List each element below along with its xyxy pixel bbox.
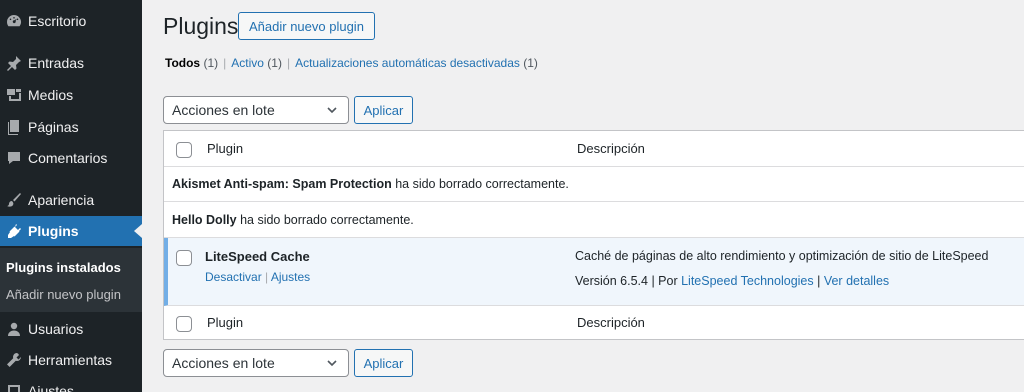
sidebar-item-herramientas[interactable]: Herramientas xyxy=(0,345,142,375)
deleted-notice-row: Hello Dolly ha sido borrado correctament… xyxy=(164,202,1024,238)
sidebar-item-apariencia[interactable]: Apariencia xyxy=(0,185,142,215)
submenu-item-installed[interactable]: Plugins instalados xyxy=(6,260,121,275)
sidebar-item-label: Apariencia xyxy=(28,192,95,208)
chevron-down-icon xyxy=(327,107,337,114)
bulk-actions-value: Acciones en lote xyxy=(172,355,275,371)
plugin-checkbox[interactable] xyxy=(176,250,192,266)
sidebar-item-label: Medios xyxy=(28,87,74,103)
deleted-notice: Hello Dolly ha sido borrado correctament… xyxy=(172,213,414,227)
sidebar-item-label: Plugins xyxy=(28,223,79,239)
filter-auto-updates-disabled[interactable]: Actualizaciones automáticas desactivadas xyxy=(295,56,520,70)
deleted-plugin-name: Akismet Anti-spam: Spam Protection xyxy=(172,177,392,191)
submenu-item-add-new[interactable]: Añadir nuevo plugin xyxy=(6,287,121,302)
plugins-submenu: Plugins instalados Añadir nuevo plugin xyxy=(0,248,142,312)
plugin-actions: Desactivar | Ajustes xyxy=(205,270,311,284)
deleted-notice-text: ha sido borrado correctamente. xyxy=(236,213,414,227)
sidebar-item-ajustes[interactable]: Ajustes xyxy=(0,376,142,392)
sidebar-item-label: Herramientas xyxy=(28,352,113,368)
user-icon xyxy=(6,321,22,337)
add-new-plugin-button[interactable]: Añadir nuevo plugin xyxy=(238,12,375,40)
table-header-row: Plugin Descripción xyxy=(164,131,1024,167)
plugins-table: Plugin Descripción Akismet Anti-spam: Sp… xyxy=(163,130,1024,340)
sidebar-item-label: Entradas xyxy=(28,55,85,71)
plugin-meta: Versión 6.5.4 | Por LiteSpeed Technologi… xyxy=(575,274,890,288)
select-all-checkbox[interactable] xyxy=(176,142,192,158)
filter-separator: | xyxy=(223,56,227,70)
select-all-checkbox-footer[interactable] xyxy=(176,316,192,332)
plugin-description: Caché de páginas de alto rendimiento y o… xyxy=(575,249,989,263)
apply-button-bottom[interactable]: Aplicar xyxy=(354,349,413,377)
dashboard-icon xyxy=(6,13,22,29)
sidebar-item-usuarios[interactable]: Usuarios xyxy=(0,314,142,344)
sidebar-item-plugins[interactable]: Plugins xyxy=(0,216,142,246)
sidebar-item-entradas[interactable]: Entradas xyxy=(0,48,142,78)
plugin-row-litespeed-cache: LiteSpeed Cache Desactivar | Ajustes Cac… xyxy=(164,238,1024,306)
bulk-actions-select-bottom[interactable]: Acciones en lote xyxy=(163,349,349,377)
media-icon xyxy=(6,87,22,103)
wrench-icon xyxy=(6,352,22,368)
plugin-version: Versión 6.5.4 xyxy=(575,274,648,288)
bulk-actions-value: Acciones en lote xyxy=(172,102,275,118)
column-header-description: Descripción xyxy=(577,141,645,156)
sidebar-item-medios[interactable]: Medios xyxy=(0,80,142,110)
filter-separator: | xyxy=(286,56,291,70)
table-footer-row: Plugin Descripción xyxy=(164,306,1024,340)
pages-icon xyxy=(6,119,22,135)
plugin-author-link[interactable]: LiteSpeed Technologies xyxy=(681,274,814,288)
settings-link[interactable]: Ajustes xyxy=(271,270,310,284)
filter-active[interactable]: Activo xyxy=(231,56,264,70)
sidebar-item-label: Usuarios xyxy=(28,321,84,337)
column-header-plugin[interactable]: Plugin xyxy=(207,141,243,156)
settings-icon xyxy=(6,383,22,392)
deleted-notice: Akismet Anti-spam: Spam Protection ha si… xyxy=(172,177,569,191)
page-title: Plugins xyxy=(163,13,239,39)
sidebar-item-label: Comentarios xyxy=(28,150,108,166)
sidebar-item-paginas[interactable]: Páginas xyxy=(0,112,142,142)
column-footer-description: Descripción xyxy=(577,315,645,330)
comment-icon xyxy=(6,150,22,166)
bulk-actions-select-top[interactable]: Acciones en lote xyxy=(163,96,349,124)
sidebar-item-comentarios[interactable]: Comentarios xyxy=(0,143,142,173)
plugin-name: LiteSpeed Cache xyxy=(205,249,310,264)
deleted-plugin-name: Hello Dolly xyxy=(172,213,237,227)
plugin-icon xyxy=(6,223,22,239)
brush-icon xyxy=(6,192,22,208)
deactivate-link[interactable]: Desactivar xyxy=(205,270,262,284)
deleted-notice-text: ha sido borrado correctamente. xyxy=(391,177,569,191)
plugin-status-filters: Todos (1) | Activo (1) | Actualizaciones aut… xyxy=(165,56,538,70)
sidebar-item-label: Ajustes xyxy=(28,383,74,392)
filter-all[interactable]: Todos xyxy=(165,56,200,70)
admin-sidebar: Escritorio Entradas Medios Páginas Comen… xyxy=(0,0,142,392)
plugin-by: Por xyxy=(658,274,678,288)
chevron-down-icon xyxy=(327,360,337,367)
sidebar-item-escritorio[interactable]: Escritorio xyxy=(0,6,142,36)
apply-button-top[interactable]: Aplicar xyxy=(354,96,413,124)
filter-auto-count: (1) xyxy=(523,56,538,70)
filter-active-count: (1) xyxy=(267,56,282,70)
main-content: Plugins Añadir nuevo plugin Todos (1) | Ac… xyxy=(142,0,1024,392)
sidebar-item-label: Escritorio xyxy=(28,13,87,29)
column-footer-plugin[interactable]: Plugin xyxy=(207,315,243,330)
filter-all-count: (1) xyxy=(203,56,219,70)
pin-icon xyxy=(6,55,22,71)
sidebar-item-label: Páginas xyxy=(28,119,79,135)
view-details-link[interactable]: Ver detalles xyxy=(824,274,889,288)
deleted-notice-row: Akismet Anti-spam: Spam Protection ha si… xyxy=(164,167,1024,202)
